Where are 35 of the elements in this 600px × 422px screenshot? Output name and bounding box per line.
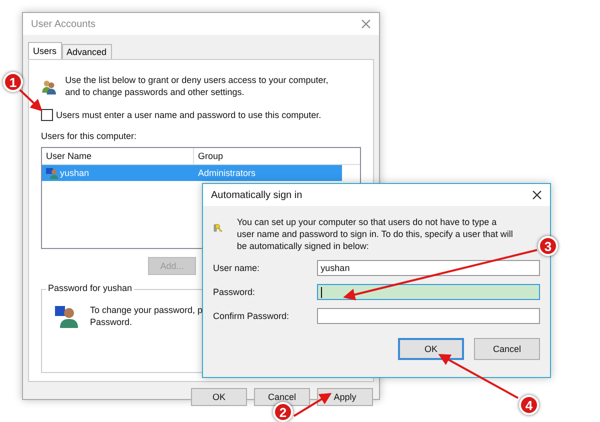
close-icon[interactable] [532,190,542,200]
tab[interactable]: Users [28,42,62,59]
dialog-button[interactable]: Cancel [254,388,310,406]
field-label: Password: [213,287,256,297]
step-badge: 3 [538,236,558,256]
intro-text: Use the list below to grant or deny users access to your computer, and to change passwords and other settings. [65,74,330,98]
password-info-text: Password. [90,316,134,328]
arrow [19,89,42,112]
dialog-button[interactable]: OK [191,388,247,406]
column-header[interactable]: Group [194,151,342,161]
dialog-button[interactable]: OK [398,338,464,360]
dialog-title: Automatically sign in [211,190,302,200]
dialog-button[interactable]: Apply [317,388,373,406]
table-cell-text: Administrators [197,168,257,178]
checkbox-label: Users must enter a user name and password to use this computer. [56,110,322,120]
description-text: You can set up your computer so that users do not have to type a user name and password to sign in. To do this, specify a user that will be automatically signed in below: [236,216,513,252]
dialog-button[interactable]: Cancel [474,338,540,360]
step-badge: 2 [273,402,293,422]
user-icon [46,167,58,179]
step-badge: 4 [519,395,539,415]
step-badge: 1 [3,72,23,92]
window-title: User Accounts [31,18,96,30]
group-title: Password for yushan [46,283,134,293]
users-label: Users for this computer: [41,131,138,141]
column-header[interactable]: User Name [42,148,194,164]
field-label: User name: [213,263,261,273]
input-field[interactable] [316,308,540,324]
user-computer-icon [54,304,78,328]
table-cell: yushan [60,168,90,178]
tab[interactable]: Advanced [62,44,112,59]
input-field[interactable]: yushan [316,260,540,276]
field-label: Confirm Password: [213,311,290,321]
input-field[interactable] [316,284,540,300]
password-info-text: To change your password, p [90,304,203,316]
checkbox[interactable] [41,109,53,121]
